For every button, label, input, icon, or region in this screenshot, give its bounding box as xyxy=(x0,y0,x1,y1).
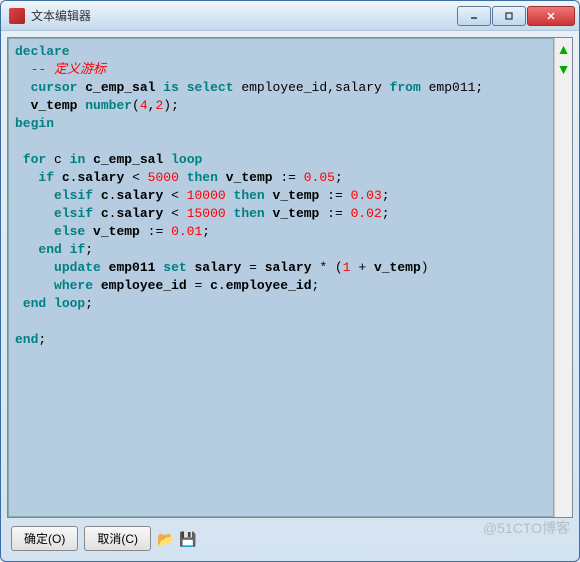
kw-end: end xyxy=(15,332,38,347)
kw-for: for xyxy=(23,152,46,167)
kw-update: update xyxy=(54,260,101,275)
scroll-down-icon[interactable]: ▼ xyxy=(557,62,571,76)
ident: v_temp xyxy=(93,224,140,239)
kw-cursor: cursor xyxy=(31,80,78,95)
kw-else: else xyxy=(54,224,85,239)
ident: employee_id xyxy=(226,278,312,293)
ident: employee_id xyxy=(241,80,327,95)
kw-set: set xyxy=(163,260,186,275)
kw-loop: loop xyxy=(54,296,85,311)
window-title: 文本编辑器 xyxy=(31,7,457,24)
close-icon xyxy=(546,11,556,21)
num: 0.05 xyxy=(304,170,335,185)
close-button[interactable] xyxy=(527,6,575,26)
ident: c xyxy=(54,152,62,167)
ident: salary xyxy=(116,206,163,221)
kw-if: if xyxy=(70,242,86,257)
num: 4 xyxy=(140,98,148,113)
num: 0.02 xyxy=(351,206,382,221)
kw-from: from xyxy=(390,80,421,95)
ident: salary xyxy=(116,188,163,203)
ok-button[interactable]: 确定(O) xyxy=(11,526,78,551)
window-frame: 文本编辑器 declare -- 定义游标 cursor c_emp_sal i… xyxy=(0,0,580,562)
titlebar[interactable]: 文本编辑器 xyxy=(1,1,579,31)
num: 2 xyxy=(155,98,163,113)
kw-if: if xyxy=(38,170,54,185)
ident: salary xyxy=(77,170,124,185)
num: 15000 xyxy=(187,206,226,221)
ident: c xyxy=(101,188,109,203)
kw-then: then xyxy=(187,170,218,185)
ident: salary xyxy=(194,260,241,275)
kw-end: end xyxy=(23,296,46,311)
ident: c xyxy=(101,206,109,221)
kw-in: in xyxy=(70,152,86,167)
code-editor[interactable]: declare -- 定义游标 cursor c_emp_sal is sele… xyxy=(8,38,554,517)
cancel-button[interactable]: 取消(C) xyxy=(84,526,151,551)
open-file-icon[interactable]: 📂 xyxy=(157,531,173,547)
maximize-button[interactable] xyxy=(492,6,526,26)
ident: c_emp_sal xyxy=(93,152,163,167)
ident: v_temp xyxy=(226,170,273,185)
ident: salary xyxy=(335,80,382,95)
ident: c xyxy=(210,278,218,293)
minimize-button[interactable] xyxy=(457,6,491,26)
minimize-icon xyxy=(469,11,479,21)
scroll-column: ▲ ▼ xyxy=(554,38,572,517)
kw-declare: declare xyxy=(15,44,70,59)
kw-elsif: elsif xyxy=(54,206,93,221)
ident: employee_id xyxy=(101,278,187,293)
window-controls xyxy=(457,6,575,26)
ident: v_temp xyxy=(273,206,320,221)
save-file-icon[interactable]: 💾 xyxy=(179,531,195,547)
comment: -- 定义游标 xyxy=(31,62,106,77)
ident: v_temp xyxy=(31,98,78,113)
ident: emp011 xyxy=(429,80,476,95)
kw-loop: loop xyxy=(171,152,202,167)
ident: salary xyxy=(265,260,312,275)
kw-where: where xyxy=(54,278,93,293)
ident: c_emp_sal xyxy=(85,80,155,95)
kw-then: then xyxy=(234,188,265,203)
kw-then: then xyxy=(234,206,265,221)
bottom-toolbar: 确定(O) 取消(C) 📂 💾 xyxy=(7,518,573,555)
num: 1 xyxy=(343,260,351,275)
kw-end: end xyxy=(38,242,61,257)
scroll-up-icon[interactable]: ▲ xyxy=(557,42,571,56)
editor-container: declare -- 定义游标 cursor c_emp_sal is sele… xyxy=(7,37,573,518)
ident: c xyxy=(62,170,70,185)
ident: v_temp xyxy=(273,188,320,203)
num: 10000 xyxy=(187,188,226,203)
ident: emp011 xyxy=(109,260,156,275)
kw-elsif: elsif xyxy=(54,188,93,203)
maximize-icon xyxy=(504,11,514,21)
num: 0.03 xyxy=(351,188,382,203)
kw-number: number xyxy=(85,98,132,113)
kw-select: select xyxy=(187,80,234,95)
kw-is: is xyxy=(163,80,179,95)
content-area: declare -- 定义游标 cursor c_emp_sal is sele… xyxy=(1,31,579,561)
num: 5000 xyxy=(148,170,179,185)
ident: v_temp xyxy=(374,260,421,275)
num: 0.01 xyxy=(171,224,202,239)
kw-begin: begin xyxy=(15,116,54,131)
app-icon xyxy=(9,8,25,24)
